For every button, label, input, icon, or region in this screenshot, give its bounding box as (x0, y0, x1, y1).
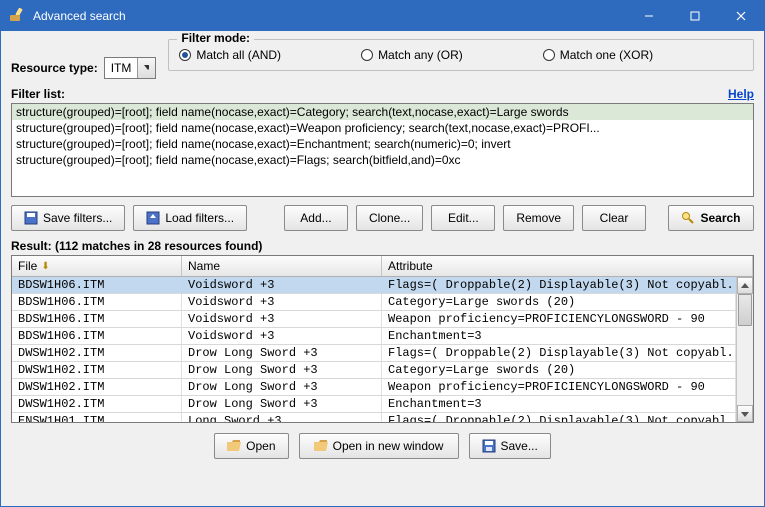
table-row[interactable]: ENSW1H01.ITMLong Sword +3Flags=( Droppab… (12, 413, 736, 422)
table-row[interactable]: DWSW1H02.ITMDrow Long Sword +3Weapon pro… (12, 379, 736, 396)
close-button[interactable] (718, 1, 764, 31)
titlebar: Advanced search (1, 1, 764, 31)
remove-button[interactable]: Remove (503, 205, 574, 231)
cell-attr: Flags=( Droppable(2) Displayable(3) Not … (382, 345, 736, 361)
cell-attr: Flags=( Droppable(2) Displayable(3) Not … (382, 277, 736, 293)
help-link[interactable]: Help (728, 87, 754, 101)
result-label: Result: (112 matches in 28 resources fou… (11, 239, 754, 253)
load-filters-button[interactable]: Load filters... (133, 205, 247, 231)
table-row[interactable]: BDSW1H06.ITMVoidsword +3Enchantment=3 (12, 328, 736, 345)
cell-file: BDSW1H06.ITM (12, 294, 182, 310)
table-row[interactable]: BDSW1H06.ITMVoidsword +3Flags=( Droppabl… (12, 277, 736, 294)
table-row[interactable]: DWSW1H02.ITMDrow Long Sword +3Flags=( Dr… (12, 345, 736, 362)
col-name[interactable]: Name (182, 256, 382, 276)
cell-attr: Flags=( Droppable(2) Displayable(3) Not … (382, 413, 736, 422)
cell-file: ENSW1H01.ITM (12, 413, 182, 422)
cell-file: BDSW1H06.ITM (12, 328, 182, 344)
cell-name: Voidsword +3 (182, 311, 382, 327)
cell-file: DWSW1H02.ITM (12, 362, 182, 378)
load-icon (146, 211, 160, 225)
col-file[interactable]: File⬇ (12, 256, 182, 276)
filter-mode-legend: Filter mode: (177, 31, 254, 45)
vertical-scrollbar[interactable] (736, 277, 753, 422)
cell-name: Drow Long Sword +3 (182, 396, 382, 412)
filter-list-label: Filter list: (11, 87, 65, 101)
cell-attr: Weapon proficiency=PROFICIENCYLONGSWORD … (382, 379, 736, 395)
filter-item[interactable]: structure(grouped)=[root]; field name(no… (12, 152, 753, 168)
radio-match-any[interactable]: Match any (OR) (361, 48, 463, 62)
cell-name: Drow Long Sword +3 (182, 345, 382, 361)
table-header: File⬇ Name Attribute (12, 256, 753, 277)
cell-attr: Weapon proficiency=PROFICIENCYLONGSWORD … (382, 311, 736, 327)
result-table: File⬇ Name Attribute BDSW1H06.ITMVoidswo… (11, 255, 754, 423)
window-title: Advanced search (33, 9, 626, 23)
sort-desc-icon: ⬇ (41, 261, 49, 272)
cell-attr: Enchantment=3 (382, 396, 736, 412)
save-button[interactable]: Save... (469, 433, 551, 459)
save-icon (24, 211, 38, 225)
app-icon (9, 8, 25, 24)
table-row[interactable]: BDSW1H06.ITMVoidsword +3Weapon proficien… (12, 311, 736, 328)
cell-name: Long Sword +3 (182, 413, 382, 422)
minimize-button[interactable] (626, 1, 672, 31)
open-button[interactable]: Open (214, 433, 288, 459)
scroll-thumb[interactable] (738, 294, 752, 326)
search-button[interactable]: Search (668, 205, 754, 231)
chevron-down-icon (137, 58, 155, 78)
cell-attr: Category=Large swords (20) (382, 362, 736, 378)
scroll-up-icon[interactable] (737, 277, 753, 294)
cell-file: BDSW1H06.ITM (12, 311, 182, 327)
cell-file: DWSW1H02.ITM (12, 379, 182, 395)
cell-name: Drow Long Sword +3 (182, 379, 382, 395)
table-row[interactable]: DWSW1H02.ITMDrow Long Sword +3Category=L… (12, 362, 736, 379)
search-icon (681, 211, 695, 225)
radio-match-one[interactable]: Match one (XOR) (543, 48, 653, 62)
edit-button[interactable]: Edit... (431, 205, 495, 231)
folder-open-icon (314, 440, 328, 452)
cell-attr: Category=Large swords (20) (382, 294, 736, 310)
cell-file: BDSW1H06.ITM (12, 277, 182, 293)
filter-mode-group: Filter mode: Match all (AND) Match any (… (168, 39, 754, 71)
clone-button[interactable]: Clone... (356, 205, 423, 231)
table-row[interactable]: BDSW1H06.ITMVoidsword +3Category=Large s… (12, 294, 736, 311)
table-row[interactable]: DWSW1H02.ITMDrow Long Sword +3Enchantmen… (12, 396, 736, 413)
filter-item[interactable]: structure(grouped)=[root]; field name(no… (12, 136, 753, 152)
cell-file: DWSW1H02.ITM (12, 396, 182, 412)
add-button[interactable]: Add... (284, 205, 348, 231)
cell-attr: Enchantment=3 (382, 328, 736, 344)
cell-name: Voidsword +3 (182, 294, 382, 310)
folder-open-icon (227, 440, 241, 452)
cell-name: Voidsword +3 (182, 277, 382, 293)
maximize-button[interactable] (672, 1, 718, 31)
cell-name: Voidsword +3 (182, 328, 382, 344)
col-attribute[interactable]: Attribute (382, 256, 753, 276)
resource-type-combo[interactable]: ITM (104, 57, 157, 79)
clear-button[interactable]: Clear (582, 205, 646, 231)
open-new-window-button[interactable]: Open in new window (299, 433, 459, 459)
cell-file: DWSW1H02.ITM (12, 345, 182, 361)
filter-item[interactable]: structure(grouped)=[root]; field name(no… (12, 120, 753, 136)
scroll-down-icon[interactable] (737, 405, 753, 422)
radio-match-all[interactable]: Match all (AND) (179, 48, 281, 62)
save-filters-button[interactable]: Save filters... (11, 205, 125, 231)
filter-item[interactable]: structure(grouped)=[root]; field name(no… (12, 104, 753, 120)
cell-name: Drow Long Sword +3 (182, 362, 382, 378)
resource-type-label: Resource type: (11, 61, 98, 75)
filter-list[interactable]: structure(grouped)=[root]; field name(no… (11, 103, 754, 197)
disk-icon (482, 439, 496, 453)
resource-type-value: ITM (105, 61, 138, 75)
